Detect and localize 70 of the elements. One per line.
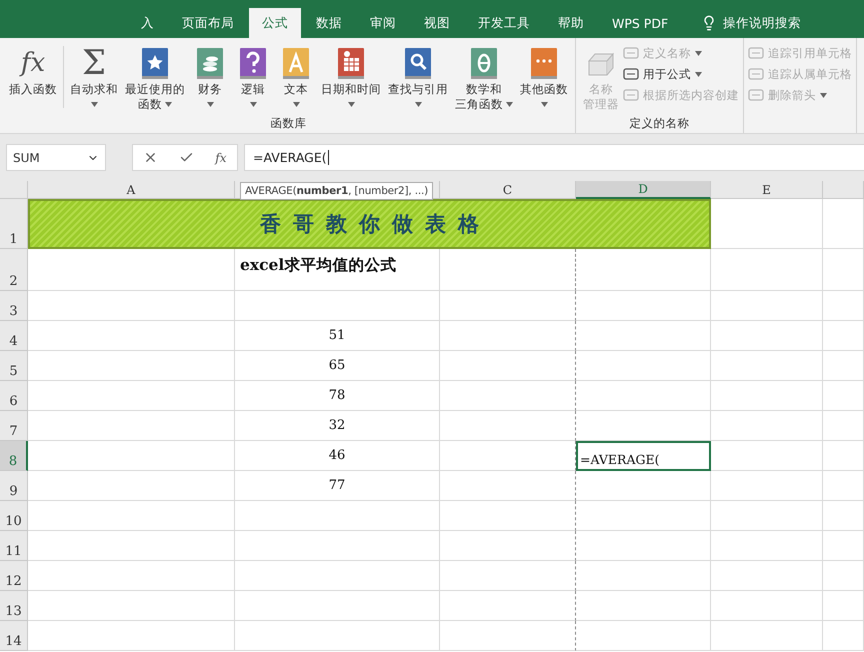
row-header[interactable]: 10	[0, 501, 28, 531]
insert-function-button[interactable]: fx	[215, 150, 227, 164]
function-glyph: fx	[20, 50, 46, 76]
ribbon-tab[interactable]: 视图	[411, 8, 463, 38]
table-cell	[823, 249, 864, 291]
row-header[interactable]: 8	[0, 441, 28, 471]
ribbon-tab[interactable]: 帮助	[545, 8, 597, 38]
ribbon-button[interactable]: 最近使用的 函数	[122, 42, 188, 114]
row-header[interactable]: 7	[0, 411, 28, 441]
row-header[interactable]: 12	[0, 561, 28, 591]
ribbon-tab[interactable]: 公式	[249, 8, 301, 38]
table-cell: =AVERAGE(	[576, 441, 711, 471]
ribbon-button[interactable]: Σ 自动求和	[67, 42, 121, 114]
table-cell: 46	[235, 441, 440, 471]
ribbon-button[interactable]: 逻辑	[232, 42, 274, 114]
ribbon-button[interactable]: 文本	[275, 42, 317, 114]
column-header[interactable]: D	[576, 181, 711, 199]
title-banner: 香哥教你做表格	[28, 199, 711, 249]
table-cell: excel求平均值的公式	[235, 249, 440, 291]
row-header[interactable]: 4	[0, 321, 28, 351]
function-glyph: Σ	[82, 46, 106, 80]
tell-me-search[interactable]: 操作说明搜索	[701, 8, 802, 38]
ribbon-tab[interactable]: WPS PDF	[599, 8, 682, 38]
column-header[interactable]: A	[28, 181, 235, 199]
ribbon-tab[interactable]: 入	[128, 8, 167, 38]
table-cell: 78	[235, 381, 440, 411]
ribbon-tab[interactable]: 审阅	[357, 8, 409, 38]
ribbon-button[interactable]: 数学和 三角函数	[452, 42, 516, 114]
ribbon-tab[interactable]: 页面布局	[169, 8, 247, 38]
table-cell	[823, 321, 864, 351]
ribbon-button[interactable]: 其他函数	[517, 42, 571, 114]
ribbon-button[interactable]: 查找与引用	[385, 42, 451, 114]
ribbon-button[interactable]: fx 插入函数	[6, 42, 60, 99]
table-cell	[823, 621, 864, 651]
ribbon-button[interactable]: 日期和时间	[318, 42, 384, 114]
row-header[interactable]: 5	[0, 351, 28, 381]
row-header[interactable]: 1	[0, 199, 28, 249]
column-header[interactable]: E	[711, 181, 823, 199]
ribbon-button[interactable]: 财务	[189, 42, 231, 114]
table-cell	[823, 441, 864, 471]
table-cell	[823, 471, 864, 501]
table-cell	[823, 381, 864, 411]
group-title: 定义的名称	[630, 115, 690, 131]
table-cell	[823, 291, 864, 321]
table-cell: 77	[235, 471, 440, 501]
function-tooltip: AVERAGE(number1, [number2], ...)	[240, 182, 434, 200]
name-box[interactable]: SUM	[6, 144, 106, 171]
table-cell: 51	[235, 321, 440, 351]
table-cell	[823, 561, 864, 591]
table-cell	[823, 501, 864, 531]
row-header[interactable]: 2	[0, 249, 28, 291]
row-header[interactable]: 3	[0, 291, 28, 321]
row-header[interactable]: 6	[0, 381, 28, 411]
table-cell: 65	[235, 351, 440, 381]
table-cell	[823, 531, 864, 561]
table-cell	[823, 411, 864, 441]
ribbon-tab[interactable]: 数据	[303, 8, 355, 38]
table-cell	[823, 199, 864, 249]
row-header[interactable]: 9	[0, 471, 28, 501]
formula-input[interactable]: =AVERAGE(	[244, 144, 864, 171]
group-title: 函数库	[270, 115, 306, 131]
table-cell	[823, 591, 864, 621]
row-header[interactable]: 11	[0, 531, 28, 561]
ribbon-button[interactable]: 用于公式	[623, 65, 739, 83]
row-header[interactable]: 14	[0, 621, 28, 651]
row-header[interactable]: 13	[0, 591, 28, 621]
table-cell	[823, 351, 864, 381]
table-cell: 32	[235, 411, 440, 441]
ribbon-tab[interactable]: 开发工具	[465, 8, 543, 38]
column-header[interactable]: C	[440, 181, 576, 199]
